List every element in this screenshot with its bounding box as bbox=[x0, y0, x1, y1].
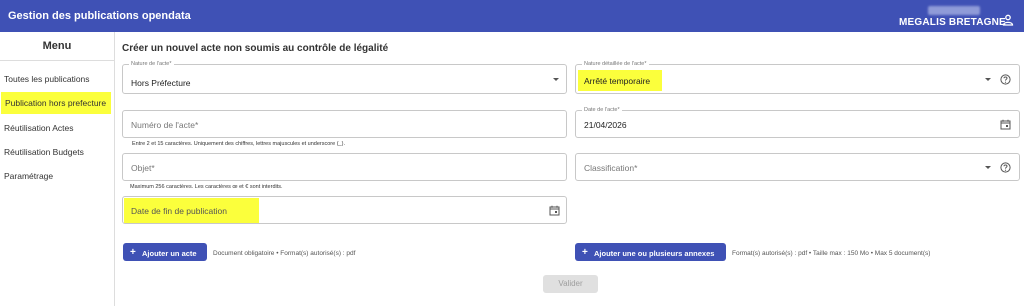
field-label: Date de l'acte* bbox=[582, 107, 622, 114]
page-title: Créer un nouvel acte non soumis au contr… bbox=[122, 43, 389, 54]
numero-acte-input[interactable]: Numéro de l'acte* bbox=[122, 110, 567, 138]
sidebar-item-label: Réutilisation Budgets bbox=[4, 147, 84, 157]
account-icon[interactable] bbox=[1002, 14, 1014, 26]
sidebar: Menu Toutes les publications Publication… bbox=[0, 32, 115, 306]
plus-icon: + bbox=[130, 247, 136, 258]
help-icon[interactable] bbox=[1000, 162, 1011, 173]
sidebar-item-all-publications[interactable]: Toutes les publications bbox=[0, 68, 114, 90]
dropdown-arrow-icon bbox=[553, 78, 559, 81]
add-act-label: Ajouter un acte bbox=[142, 249, 197, 258]
numero-acte-placeholder: Numéro de l'acte* bbox=[131, 120, 199, 130]
numero-acte-hint: Entre 2 et 15 caractères. Uniquement des… bbox=[132, 141, 345, 147]
nature-detail-value: Arrêté temporaire bbox=[584, 76, 651, 86]
sidebar-item-reutilisation-actes[interactable]: Réutilisation Actes bbox=[0, 117, 114, 139]
add-act-button[interactable]: + Ajouter un acte bbox=[123, 243, 207, 261]
sidebar-item-label: Publication hors prefecture bbox=[5, 98, 107, 108]
nature-value: Hors Préfecture bbox=[131, 78, 191, 88]
date-acte-input[interactable]: Date de l'acte* 21/04/2026 bbox=[575, 107, 1020, 138]
classification-placeholder: Classification* bbox=[584, 163, 638, 173]
date-fin-placeholder: Date de fin de publication bbox=[131, 206, 227, 216]
sidebar-item-hors-prefecture[interactable]: Publication hors prefecture bbox=[1, 92, 111, 114]
add-annexes-note: Format(s) autorisé(s) : pdf • Taille max… bbox=[732, 250, 931, 257]
top-app-bar: Gestion des publications opendata MEGALI… bbox=[0, 0, 1024, 32]
sidebar-item-reutilisation-budgets[interactable]: Réutilisation Budgets bbox=[0, 141, 114, 163]
menu-divider bbox=[0, 60, 114, 61]
date-acte-value: 21/04/2026 bbox=[584, 120, 627, 130]
classification-select[interactable]: Classification* bbox=[575, 153, 1020, 181]
sidebar-item-parametrage[interactable]: Paramétrage bbox=[0, 165, 114, 187]
app-title: Gestion des publications opendata bbox=[8, 10, 191, 22]
add-annexes-button[interactable]: + Ajouter une ou plusieurs annexes bbox=[575, 243, 726, 261]
nature-detail-highlight: Arrêté temporaire bbox=[578, 70, 662, 91]
dropdown-arrow-icon bbox=[985, 78, 991, 81]
organization-name: MEGALIS BRETAGNE bbox=[899, 17, 1006, 28]
blurred-username bbox=[928, 6, 980, 15]
sidebar-item-label: Paramétrage bbox=[4, 171, 54, 181]
add-act-note: Document obligatoire • Format(s) autoris… bbox=[213, 250, 356, 257]
plus-icon: + bbox=[582, 247, 588, 258]
sidebar-item-label: Toutes les publications bbox=[4, 74, 90, 84]
add-annexes-label: Ajouter une ou plusieurs annexes bbox=[594, 249, 715, 258]
field-label: Nature de l'acte* bbox=[129, 61, 174, 68]
menu-title: Menu bbox=[42, 40, 72, 52]
validate-button[interactable]: Valider bbox=[543, 275, 598, 293]
calendar-icon[interactable] bbox=[549, 205, 560, 216]
dropdown-arrow-icon bbox=[985, 166, 991, 169]
calendar-icon[interactable] bbox=[1000, 119, 1011, 130]
objet-input[interactable]: Objet* bbox=[122, 153, 567, 181]
sidebar-item-label: Réutilisation Actes bbox=[4, 123, 74, 133]
date-fin-publication-input[interactable]: Date de fin de publication bbox=[122, 196, 567, 224]
field-label: Nature détaillée de l'acte* bbox=[582, 61, 649, 68]
objet-hint: Maximum 256 caractères. Les caractères œ… bbox=[130, 184, 283, 190]
nature-detail-select[interactable]: Nature détaillée de l'acte* Arrêté tempo… bbox=[575, 61, 1020, 94]
objet-placeholder: Objet* bbox=[131, 163, 155, 173]
help-icon[interactable] bbox=[1000, 74, 1011, 85]
nature-select[interactable]: Nature de l'acte* Hors Préfecture bbox=[122, 61, 567, 94]
